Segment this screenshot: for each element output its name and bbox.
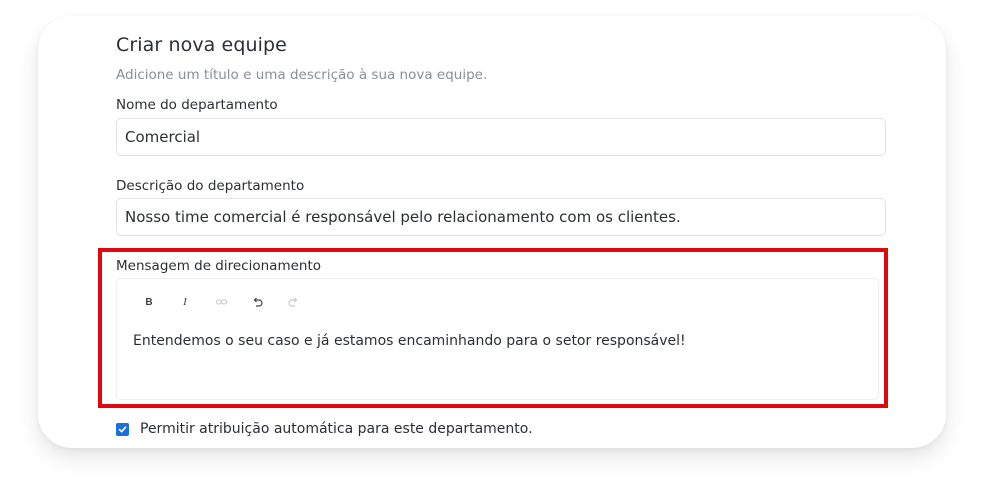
auto-assign-row: Permitir atribuição automática para este… [116, 421, 533, 437]
highlight-box [98, 248, 888, 408]
page-subtitle: Adicione um título e uma descrição à sua… [116, 67, 488, 83]
auto-assign-checkbox[interactable] [116, 422, 129, 436]
department-name-input[interactable]: Comercial [116, 118, 886, 156]
department-description-label: Descrição do departamento [116, 178, 305, 194]
auto-assign-label: Permitir atribuição automática para este… [140, 421, 533, 437]
checkmark-icon [118, 425, 127, 432]
department-description-input[interactable]: Nosso time comercial é responsável pelo … [116, 198, 886, 236]
page-title: Criar nova equipe [116, 34, 287, 56]
department-name-label: Nome do departamento [116, 97, 278, 113]
create-team-card: Criar nova equipe Adicione um título e u… [38, 16, 946, 448]
